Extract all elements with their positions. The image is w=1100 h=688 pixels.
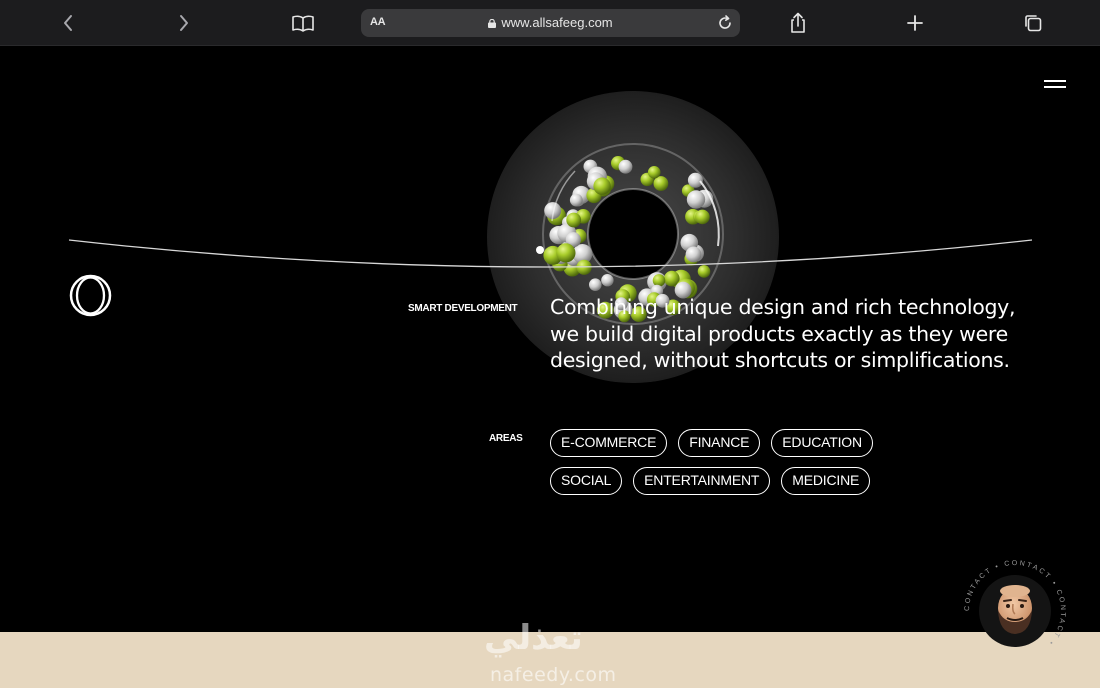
chevron-right-icon <box>180 15 188 31</box>
page-viewport: SMART DEVELOPMENT Combining unique desig… <box>0 46 1100 688</box>
menu-button[interactable] <box>1044 79 1068 91</box>
tag-medicine[interactable]: MEDICINE <box>781 467 871 495</box>
share-button[interactable] <box>785 11 811 35</box>
torus-ball <box>566 212 582 228</box>
torus-ball <box>652 274 666 287</box>
avatar <box>998 585 1032 634</box>
torus-ball <box>685 246 702 263</box>
chevron-left-icon <box>64 15 72 31</box>
plus-icon <box>907 15 923 31</box>
browser-toolbar: AA www.allsafeeg.com <box>0 0 1100 46</box>
torus-ball <box>647 166 661 179</box>
torus-ball <box>589 278 602 291</box>
torus-ball <box>697 265 711 278</box>
watermark-latin: nafeedy.com <box>490 664 617 686</box>
torus-ball <box>695 209 710 225</box>
tabs-button[interactable] <box>1020 11 1046 35</box>
torus-ball <box>686 190 706 209</box>
eyebrow-label: SMART DEVELOPMENT <box>408 303 518 314</box>
address-bar[interactable]: AA www.allsafeeg.com <box>361 9 740 37</box>
menu-icon <box>1044 80 1066 82</box>
contact-button[interactable]: CONTACT • CONTACT • CONTACT • <box>962 558 1068 664</box>
tag-social[interactable]: SOCIAL <box>550 467 623 495</box>
forward-button[interactable] <box>171 11 197 35</box>
back-button[interactable] <box>55 11 81 35</box>
lock-icon <box>488 19 497 28</box>
tag-finance[interactable]: FINANCE <box>678 429 761 457</box>
torus-ball <box>569 193 583 207</box>
logo-ring-icon[interactable] <box>69 274 112 317</box>
tag-entertainment[interactable]: ENTERTAINMENT <box>633 467 771 495</box>
share-icon <box>791 12 805 33</box>
new-tab-button[interactable] <box>902 11 928 35</box>
hero-headline: Combining unique design and rich technol… <box>550 295 1016 372</box>
areas-label: AREAS <box>489 433 523 444</box>
bookmarks-button[interactable] <box>288 11 318 35</box>
torus-ball <box>593 177 611 195</box>
areas-tags: E-COMMERCE FINANCE EDUCATION SOCIAL ENTE… <box>550 429 910 495</box>
book-icon <box>292 15 314 32</box>
torus-ball <box>556 243 576 263</box>
watermark-arabic: تعذلي <box>484 618 583 658</box>
url-display[interactable]: www.allsafeeg.com <box>361 15 740 30</box>
reload-icon[interactable] <box>716 14 734 32</box>
tag-ecommerce[interactable]: E-COMMERCE <box>550 429 668 457</box>
small-dot <box>536 246 544 254</box>
url-text: www.allsafeeg.com <box>501 15 613 30</box>
torus-ball <box>618 159 633 174</box>
torus-ball <box>687 172 703 188</box>
tabs-icon <box>1025 15 1042 32</box>
tag-education[interactable]: EDUCATION <box>771 429 873 457</box>
torus-ball <box>601 274 614 287</box>
